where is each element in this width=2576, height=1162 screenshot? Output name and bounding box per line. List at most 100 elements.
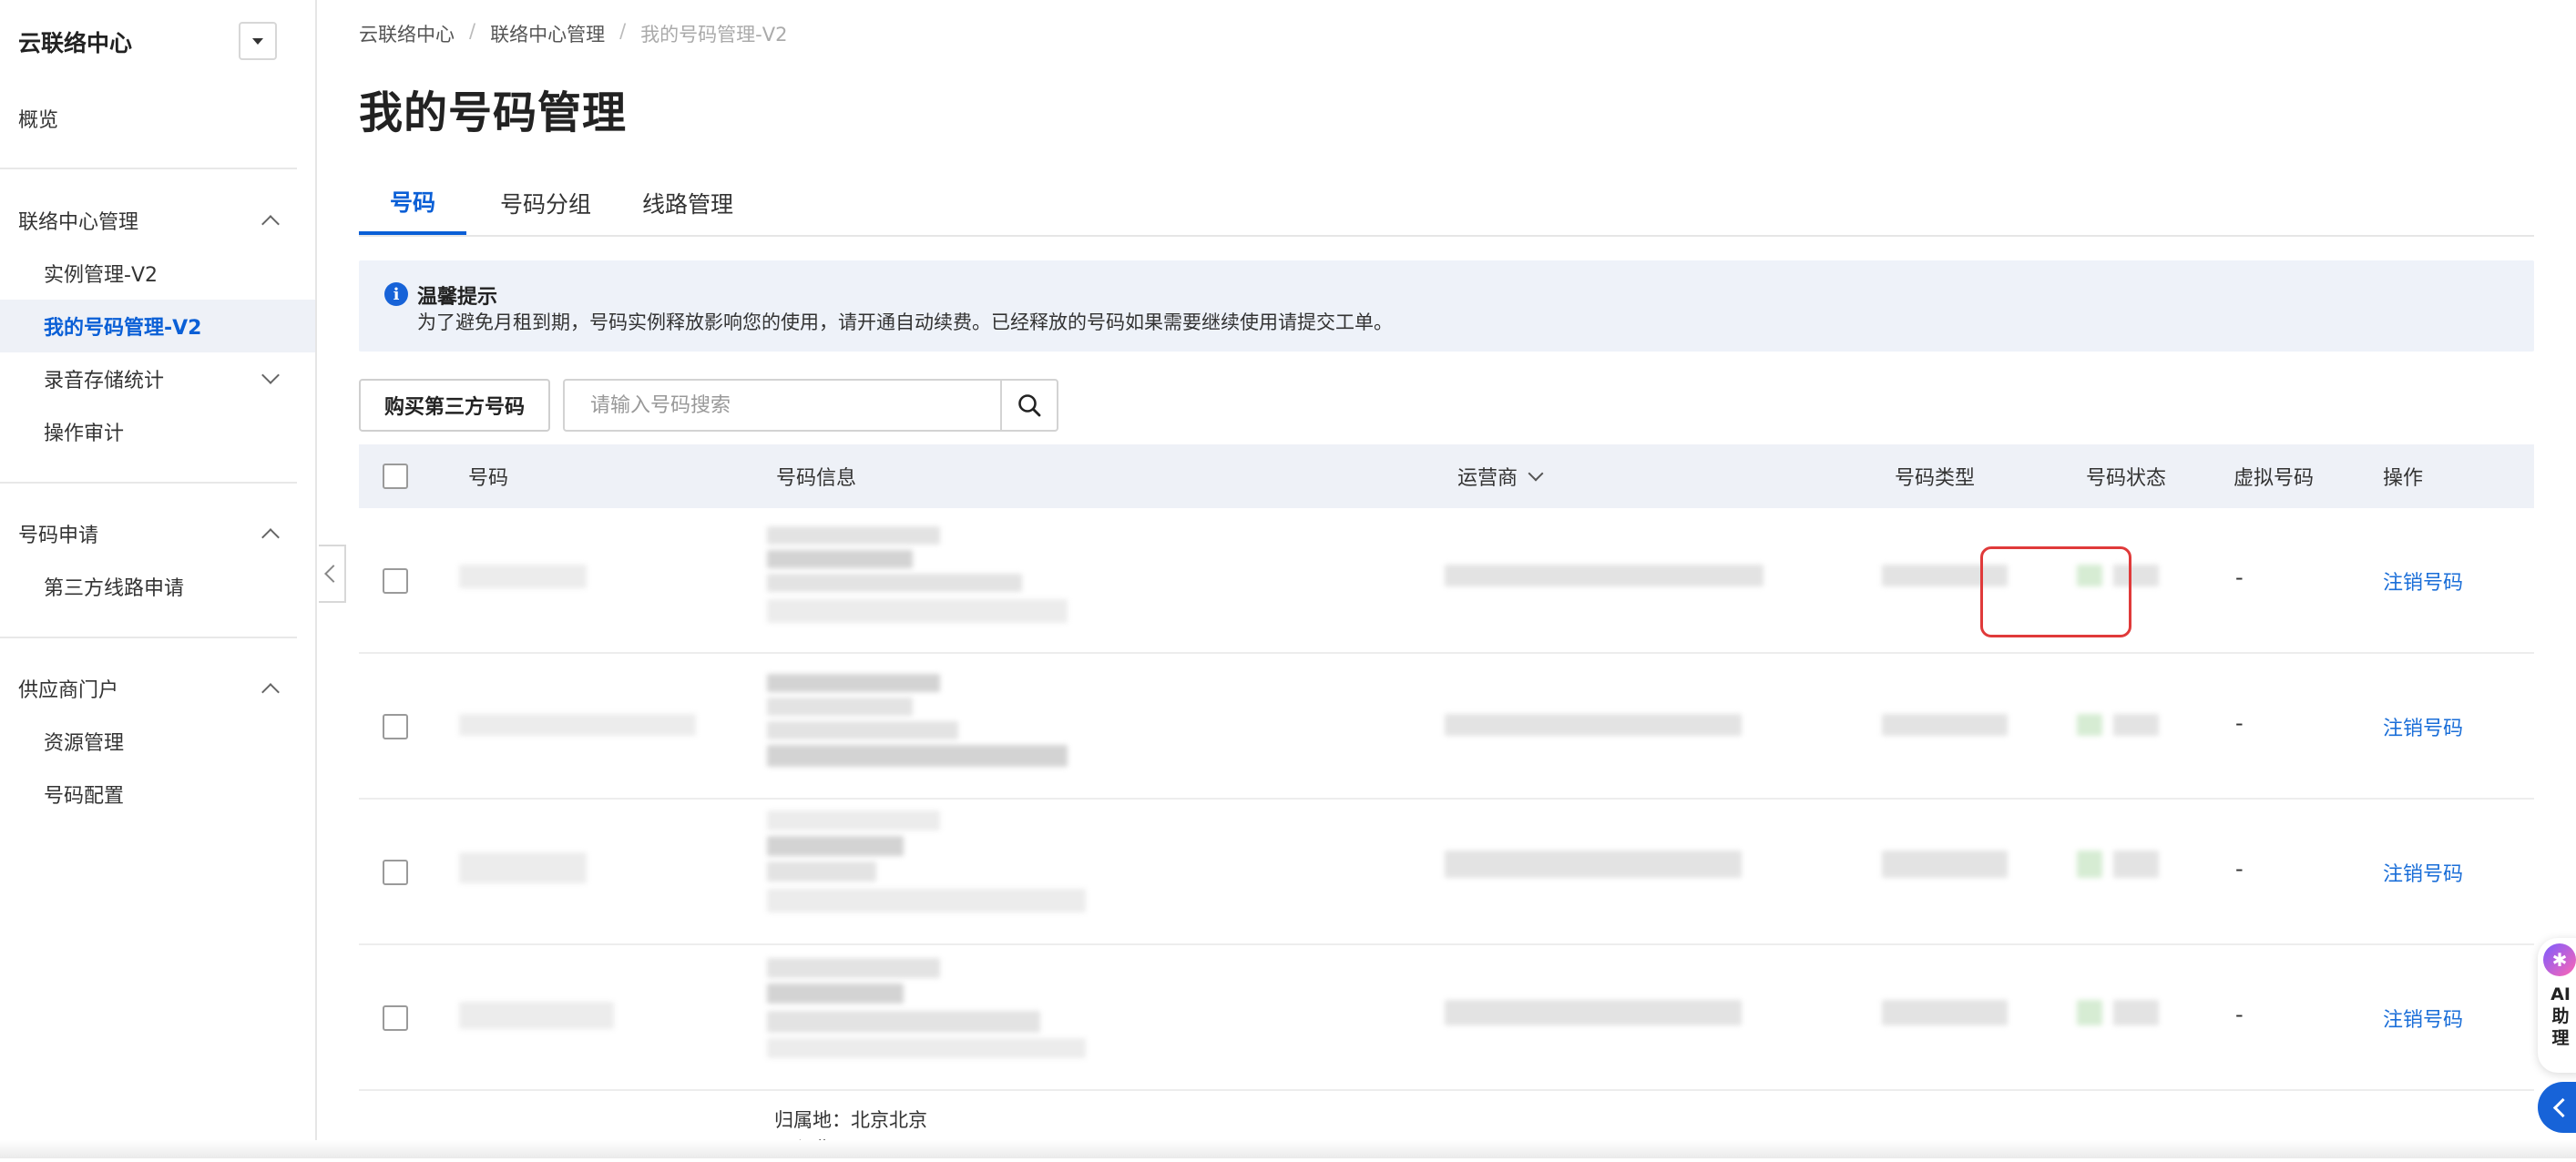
- tab-numbers[interactable]: 号码: [359, 171, 466, 235]
- sidebar-item-operation-audit[interactable]: 操作审计: [0, 405, 315, 458]
- product-switch-dropdown[interactable]: [239, 22, 277, 60]
- sidebar-item-number-config[interactable]: 号码配置: [0, 768, 315, 821]
- table-row: - 注销号码: [359, 654, 2534, 800]
- redacted-number-info: [767, 861, 876, 882]
- row-checkbox[interactable]: [383, 568, 408, 594]
- search-button[interactable]: [1000, 381, 1057, 430]
- redacted-number-type: [1882, 851, 2008, 878]
- sidebar-item-label: 我的号码管理-V2: [44, 317, 202, 340]
- redacted-number-info: [767, 889, 1086, 912]
- redacted-number-info: [767, 958, 940, 978]
- redacted-number-info: [767, 745, 1068, 767]
- redacted-carrier: [1445, 851, 1742, 878]
- sidebar-item-recording-storage[interactable]: 录音存储统计: [0, 352, 315, 405]
- sidebar-group-label: 号码申请: [18, 525, 99, 547]
- select-all-cell: [383, 444, 408, 508]
- column-header-number-type: 号码类型: [1895, 467, 1976, 490]
- sidebar-item-my-numbers[interactable]: 我的号码管理-V2: [0, 300, 315, 352]
- column-header-virtual-number: 虚拟号码: [2234, 467, 2315, 490]
- virtual-number: -: [2235, 565, 2244, 590]
- chevron-down-icon: [1528, 465, 1544, 482]
- sidebar-group-contact-center[interactable]: 联络中心管理: [0, 194, 315, 247]
- redacted-carrier: [1445, 714, 1742, 736]
- table-row: - 注销号码: [359, 508, 2534, 654]
- sparkle-icon: ✱: [2543, 943, 2576, 976]
- redacted-number-info: [767, 526, 940, 545]
- column-header-number-status: 号码状态: [2086, 467, 2167, 490]
- redacted-number-info: [767, 810, 940, 831]
- divider: [0, 168, 297, 169]
- chevron-left-icon: [324, 565, 342, 583]
- sidebar-group-label: 供应商门户: [18, 679, 119, 702]
- sidebar-item-label: 资源管理: [44, 732, 125, 755]
- status-indicator: [2077, 714, 2102, 736]
- redacted-number-info: [767, 574, 1022, 592]
- chevron-up-icon: [261, 528, 280, 546]
- sidebar-header: 云联络中心: [18, 24, 132, 60]
- redacted-number-info: [767, 1011, 1040, 1033]
- select-all-checkbox[interactable]: [383, 464, 408, 489]
- redacted-number-type: [1882, 565, 2008, 586]
- sidebar-item-overview[interactable]: 概览: [0, 92, 315, 145]
- breadcrumb-item[interactable]: 联络中心管理: [490, 20, 605, 47]
- sidebar-item-instance-management[interactable]: 实例管理-V2: [0, 247, 315, 300]
- redacted-number-info: [767, 599, 1068, 623]
- deregister-number-link[interactable]: 注销号码: [2383, 566, 2463, 596]
- sidebar-item-label: 操作审计: [44, 423, 125, 445]
- redacted-number-info: [767, 1038, 1086, 1058]
- deregister-number-link[interactable]: 注销号码: [2383, 858, 2463, 887]
- chevron-up-icon: [261, 215, 280, 233]
- row-checkbox[interactable]: [383, 714, 408, 739]
- redacted-number-info: [767, 674, 940, 692]
- virtual-number: -: [2235, 710, 2244, 736]
- breadcrumb-current: 我的号码管理-V2: [640, 24, 788, 46]
- redacted-number-info: [767, 698, 913, 716]
- redacted-number: [459, 565, 587, 588]
- redacted-carrier: [1445, 565, 1763, 586]
- buy-third-party-number-button[interactable]: 购买第三方号码: [359, 379, 550, 432]
- notice-title: 温馨提示: [417, 286, 498, 309]
- redacted-carrier: [1445, 1000, 1742, 1025]
- sidebar-group-supplier-portal[interactable]: 供应商门户: [0, 662, 315, 715]
- divider: [0, 482, 297, 484]
- redacted-number-info: [767, 984, 904, 1004]
- row-checkbox[interactable]: [383, 1005, 408, 1031]
- deregister-number-link[interactable]: 注销号码: [2383, 1004, 2463, 1033]
- redacted-number-type: [1882, 714, 2008, 736]
- column-header-actions: 操作: [2383, 467, 2424, 490]
- notice-banner: i 温馨提示 为了避免月租到期，号码实例释放影响您的使用，请开通自动续费。已经释…: [359, 260, 2534, 352]
- bottom-shadow: [0, 1140, 2576, 1158]
- ai-assistant-button[interactable]: ✱ AI助理: [2538, 938, 2576, 1073]
- search-box: [563, 379, 1058, 432]
- column-header-carrier[interactable]: 运营商: [1457, 444, 1544, 508]
- table-row: - 注销号码: [359, 800, 2534, 945]
- status-indicator: [2077, 1000, 2102, 1025]
- table-row: - 注销号码: [359, 945, 2534, 1091]
- row-checkbox-cell: [383, 568, 408, 594]
- column-header-number: 号码: [468, 467, 509, 490]
- sidebar-group-number-application[interactable]: 号码申请: [0, 507, 315, 560]
- column-header-number-info: 号码信息: [776, 467, 857, 490]
- deregister-number-link[interactable]: 注销号码: [2383, 712, 2463, 741]
- search-input[interactable]: [565, 381, 1002, 430]
- redacted-status: [2113, 1000, 2159, 1025]
- sidebar-collapse-button[interactable]: [319, 545, 346, 603]
- tab-bar: 号码 号码分组 线路管理: [359, 171, 2534, 237]
- virtual-number: -: [2235, 1002, 2244, 1027]
- back-button[interactable]: [2538, 1082, 2576, 1133]
- column-header-label: 运营商: [1457, 467, 1518, 490]
- sidebar-item-third-party-line[interactable]: 第三方线路申请: [0, 560, 315, 613]
- sidebar-item-resource-management[interactable]: 资源管理: [0, 715, 315, 768]
- tab-line-management[interactable]: 线路管理: [629, 171, 747, 235]
- chevron-down-icon: [261, 366, 280, 384]
- redacted-number-info: [767, 721, 958, 739]
- sidebar-item-label: 录音存储统计: [44, 370, 165, 392]
- sidebar-item-label: 号码配置: [44, 785, 125, 808]
- row-checkbox[interactable]: [383, 860, 408, 885]
- sidebar-item-label: 概览: [18, 109, 59, 132]
- redacted-number-type: [1882, 1000, 2008, 1025]
- notice-body: 为了避免月租到期，号码实例释放影响您的使用，请开通自动续费。已经释放的号码如果需…: [417, 311, 1393, 333]
- breadcrumb-item[interactable]: 云联络中心: [359, 20, 455, 47]
- sidebar-title: 云联络中心: [18, 30, 133, 56]
- tab-number-groups[interactable]: 号码分组: [486, 171, 605, 235]
